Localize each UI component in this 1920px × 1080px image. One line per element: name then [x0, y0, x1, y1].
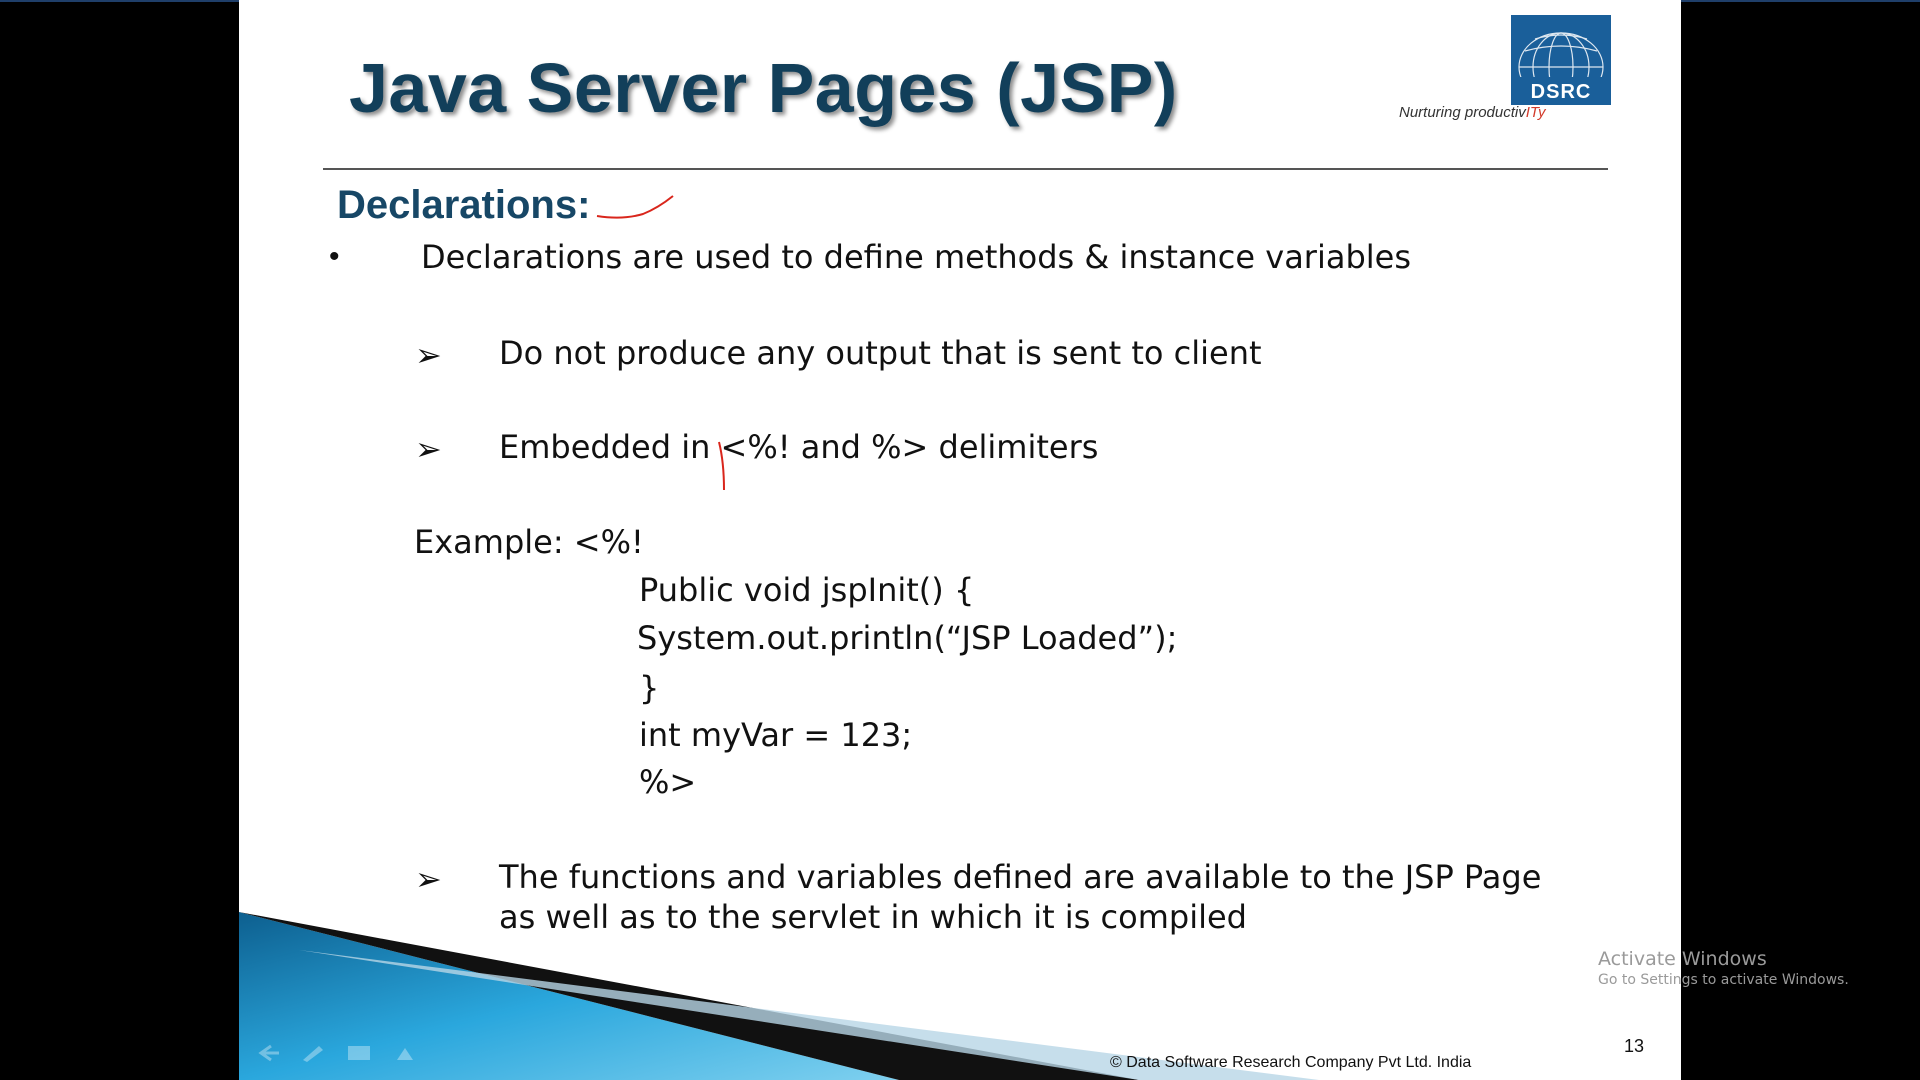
activate-windows-subtitle: Go to Settings to activate Windows.	[1598, 972, 1849, 988]
slide-number: 13	[1624, 1036, 1645, 1056]
slides-menu-icon[interactable]	[343, 1042, 375, 1064]
ribbon-decoration	[239, 912, 1319, 1080]
pen-icon[interactable]	[297, 1042, 329, 1064]
more-options-icon[interactable]	[389, 1042, 421, 1064]
top-strip-right	[1681, 0, 1920, 2]
activate-windows-title: Activate Windows	[1598, 948, 1767, 970]
prev-slide-icon[interactable]	[251, 1042, 283, 1064]
top-strip-left	[0, 0, 239, 2]
slide: Java Server Pages (JSP) DSRC Nurturing p…	[239, 0, 1681, 1080]
footer-copyright: © Data Software Research Company Pvt Ltd…	[1110, 1054, 1472, 1071]
slideshow-toolbar	[251, 1042, 421, 1064]
